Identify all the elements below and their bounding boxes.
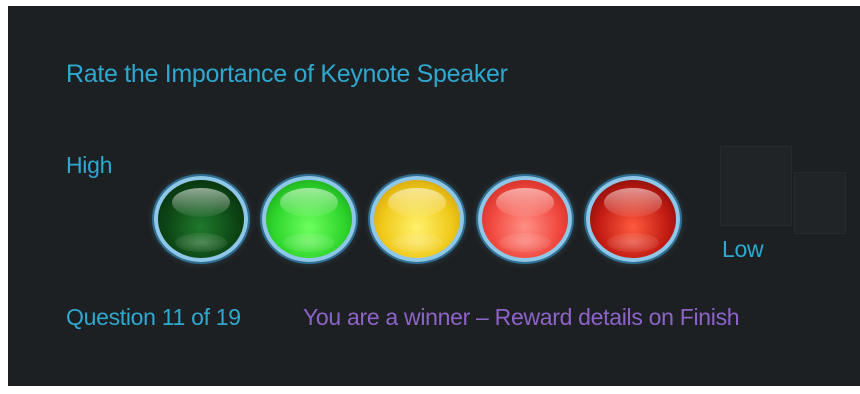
survey-panel: Rate the Importance of Keynote Speaker H… (8, 6, 860, 386)
screenshot-frame: Rate the Importance of Keynote Speaker H… (0, 0, 860, 394)
background-block (794, 172, 846, 234)
rating-option-4-light-red[interactable] (478, 176, 572, 262)
rating-option-3-yellow[interactable] (370, 176, 464, 262)
high-label: High (66, 152, 113, 178)
rating-option-5-dark-red[interactable] (586, 176, 680, 262)
rating-scale (154, 176, 694, 270)
rating-option-1-dark-green[interactable] (154, 176, 248, 262)
question-title: Rate the Importance of Keynote Speaker (66, 60, 508, 88)
reward-message: You are a winner – Reward details on Fin… (303, 304, 740, 330)
background-block (720, 146, 792, 226)
question-counter: Question 11 of 19 (66, 304, 241, 330)
low-label: Low (722, 236, 764, 262)
rating-option-2-bright-green[interactable] (262, 176, 356, 262)
